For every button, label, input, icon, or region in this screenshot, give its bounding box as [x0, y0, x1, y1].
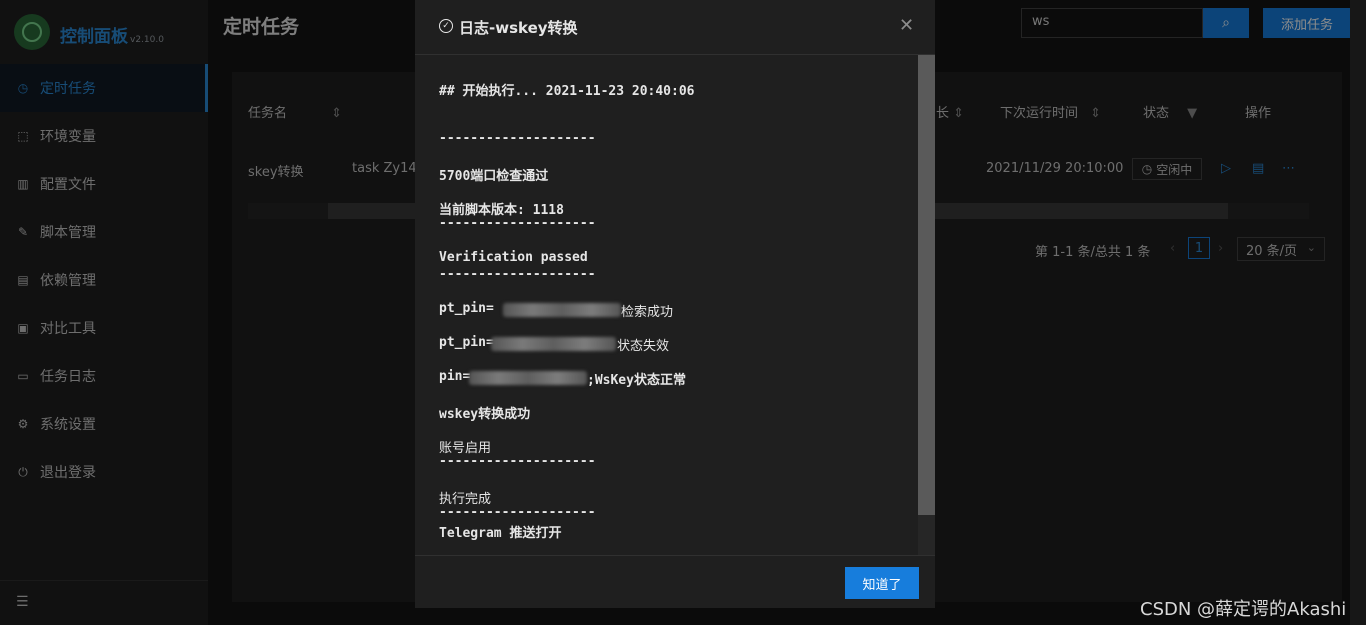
modal-footer: 知道了 — [415, 555, 935, 608]
modal-title: 日志-wskey转换 — [459, 19, 578, 37]
modal-header: ✓ 日志-wskey转换 ✕ — [415, 0, 935, 55]
redacted-block — [503, 303, 621, 317]
ok-button[interactable]: 知道了 — [845, 567, 919, 599]
log-content: ## 开始执行... 2021-11-23 20:40:06 ---------… — [439, 55, 909, 553]
modal-body: ## 开始执行... 2021-11-23 20:40:06 ---------… — [415, 55, 935, 555]
log-line: -------------------- — [439, 216, 596, 231]
log-line: ;WsKey状态正常 — [587, 373, 686, 388]
log-line: Telegram 推送打开 — [439, 526, 562, 541]
log-line: -------------------- — [439, 267, 596, 282]
watermark: CSDN @薛定谔的Akashi — [1140, 599, 1347, 620]
log-line: pin= — [439, 369, 471, 384]
log-line: pt_pin= — [439, 301, 494, 316]
log-line: -------------------- — [439, 131, 596, 146]
redacted-block — [491, 337, 616, 351]
log-line: Verification passed — [439, 250, 588, 265]
log-line: 检索成功 — [621, 305, 674, 320]
log-line: -------------------- — [439, 505, 596, 520]
modal-scrollbar-thumb[interactable] — [918, 55, 935, 515]
close-icon[interactable]: ✕ — [899, 15, 914, 36]
log-line: ## 开始执行... 2021-11-23 20:40:06 — [439, 84, 695, 99]
log-line: 状态失效 — [617, 339, 670, 354]
check-circle-icon: ✓ — [439, 19, 453, 33]
redacted-block — [469, 371, 587, 385]
log-modal: ✓ 日志-wskey转换 ✕ ## 开始执行... 2021-11-23 20:… — [415, 0, 935, 608]
log-line: pt_pin= — [439, 335, 494, 350]
log-line: -------------------- — [439, 454, 596, 469]
log-line: 5700端口检查通过 — [439, 169, 549, 184]
log-line: wskey转换成功 — [439, 407, 531, 422]
